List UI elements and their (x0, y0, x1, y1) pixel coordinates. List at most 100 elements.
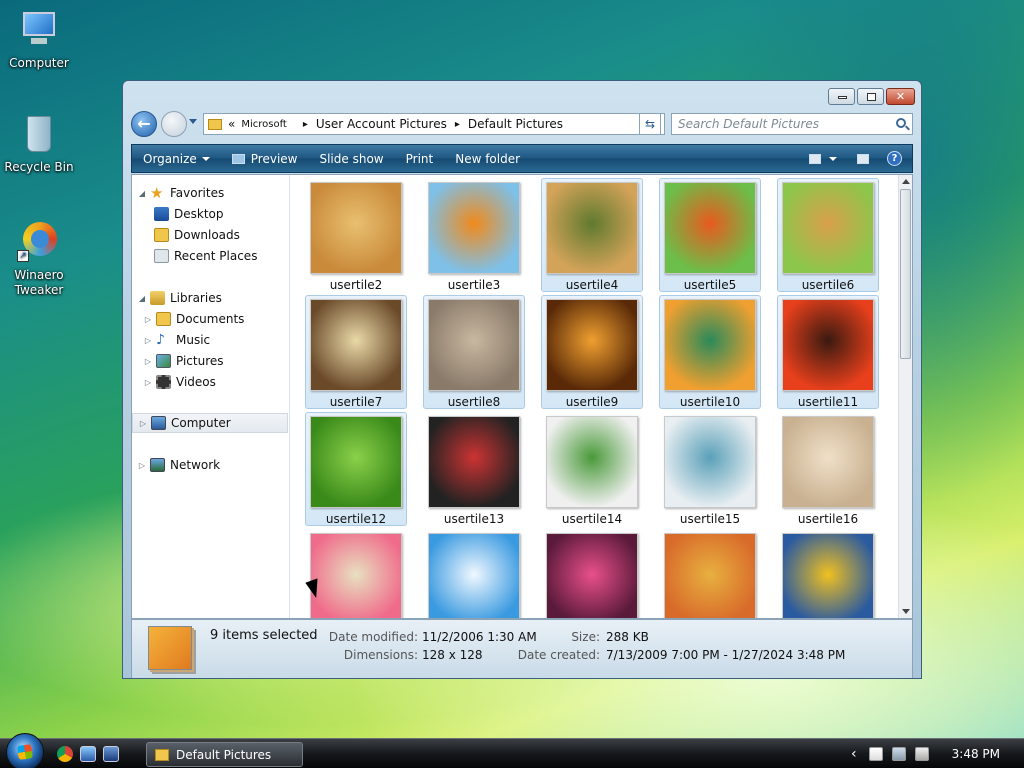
slideshow-label: Slide show (319, 151, 384, 166)
desktop-icon-recycle-bin[interactable]: Recycle Bin (1, 112, 77, 175)
nav-videos[interactable]: ▷ Videos (144, 372, 216, 392)
expand-arrow-icon[interactable]: ▷ (144, 336, 152, 345)
close-icon: ✕ (895, 90, 906, 103)
nav-label: Downloads (174, 228, 240, 242)
address-overflow[interactable]: « (228, 117, 235, 131)
new-folder-button[interactable]: New folder (444, 145, 531, 172)
expand-arrow-icon[interactable]: ▷ (144, 378, 152, 387)
nav-computer[interactable]: ▷ Computer (132, 413, 288, 433)
nav-documents[interactable]: ▷ Documents (144, 309, 244, 329)
file-item[interactable]: usertile5 (659, 178, 761, 292)
file-item[interactable]: usertile13 (423, 412, 525, 526)
search-icon[interactable] (896, 118, 906, 128)
taskbar-button-default-pictures[interactable]: Default Pictures (146, 742, 303, 767)
address-bar[interactable]: « Microsoft ▸ User Account Pictures ▸ De… (203, 113, 665, 135)
toolbar-right: ? (801, 145, 912, 172)
forward-button[interactable] (161, 111, 187, 137)
explorer-window[interactable]: ✕ ← « Microsoft ▸ User Account Pictures … (122, 80, 922, 679)
file-item[interactable]: usertile16 (777, 412, 879, 526)
nav-music[interactable]: ▷ ♪ Music (144, 330, 210, 350)
refresh-icon: ⇆ (644, 117, 656, 131)
search-input[interactable]: Search Default Pictures (671, 113, 913, 135)
file-item[interactable] (541, 529, 643, 618)
show-desktop-icon[interactable] (80, 746, 96, 762)
file-item[interactable]: usertile6 (777, 178, 879, 292)
volume-muted-icon[interactable] (914, 747, 929, 761)
nav-desktop[interactable]: Desktop (154, 204, 224, 224)
minimize-button[interactable] (828, 88, 855, 105)
expand-arrow-icon[interactable]: ◢ (138, 189, 146, 198)
expand-arrow-icon[interactable]: ◢ (138, 294, 146, 303)
recent-pages-dropdown-icon[interactable] (189, 119, 197, 124)
start-button[interactable] (6, 733, 44, 768)
back-button[interactable]: ← (131, 111, 157, 137)
file-item[interactable] (423, 529, 525, 618)
maximize-button[interactable] (857, 88, 884, 105)
file-item[interactable]: usertile8 (423, 295, 525, 409)
file-item[interactable]: usertile2 (305, 178, 407, 292)
preview-pane-icon[interactable] (857, 153, 869, 164)
expand-arrow-icon[interactable]: ▷ (139, 419, 147, 428)
file-item[interactable]: usertile3 (423, 178, 525, 292)
switch-windows-icon[interactable] (103, 746, 119, 762)
address-crumb[interactable]: User Account Pictures (316, 117, 447, 131)
views-icon[interactable] (809, 153, 821, 164)
desktop-icon-computer[interactable]: Computer (1, 8, 77, 71)
expand-arrow-icon[interactable]: ▷ (138, 461, 146, 470)
file-item[interactable]: usertile14 (541, 412, 643, 526)
nav-downloads[interactable]: Downloads (154, 225, 240, 245)
file-thumbnail (428, 299, 520, 391)
scroll-down-icon[interactable] (902, 609, 910, 614)
file-item[interactable]: usertile4 (541, 178, 643, 292)
navigation-row: ← « Microsoft ▸ User Account Pictures ▸ … (131, 109, 913, 137)
network-icon (150, 458, 165, 472)
file-thumbnail (546, 299, 638, 391)
close-button[interactable]: ✕ (886, 88, 915, 105)
network-icon[interactable] (891, 747, 906, 761)
nav-network[interactable]: ▷ Network (132, 455, 220, 475)
nav-libraries[interactable]: ◢ Libraries (132, 288, 222, 308)
show-hidden-icons-icon[interactable]: ‹ (851, 746, 857, 762)
file-item[interactable] (305, 529, 407, 618)
address-crumb[interactable]: Default Pictures (468, 117, 563, 131)
expand-arrow-icon[interactable]: ▷ (144, 357, 152, 366)
nav-favorites[interactable]: ◢ ★ Favorites (132, 183, 224, 203)
scroll-up-icon[interactable] (902, 179, 910, 184)
clock[interactable]: 3:48 PM (952, 747, 1000, 761)
nav-label: Music (176, 333, 211, 347)
file-item[interactable]: usertile12 (305, 412, 407, 526)
address-crumb[interactable]: Microsoft (241, 119, 287, 130)
file-item[interactable]: usertile9 (541, 295, 643, 409)
file-item[interactable]: usertile7 (305, 295, 407, 409)
star-icon: ★ (150, 184, 164, 202)
file-item[interactable]: usertile11 (777, 295, 879, 409)
action-center-icon[interactable] (868, 747, 883, 761)
nav-pictures[interactable]: ▷ Pictures (144, 351, 224, 371)
file-name: usertile10 (679, 395, 741, 409)
chevron-right-icon[interactable]: ▸ (303, 119, 308, 130)
desktop-icon-winaero-tweaker[interactable]: ↗ Winaero Tweaker (1, 220, 77, 298)
preview-button[interactable]: Preview (221, 145, 309, 172)
chevron-right-icon[interactable]: ▸ (455, 119, 460, 130)
scrollbar-thumb[interactable] (900, 189, 911, 359)
desktop-icon-label: Winaero Tweaker (14, 268, 64, 297)
nav-label: Network (170, 458, 221, 472)
file-item[interactable]: usertile15 (659, 412, 761, 526)
nav-recent-places[interactable]: Recent Places (154, 246, 257, 266)
organize-button[interactable]: Organize (132, 145, 221, 172)
help-icon[interactable]: ? (887, 151, 902, 166)
vertical-scrollbar[interactable] (898, 175, 912, 618)
print-button[interactable]: Print (395, 145, 445, 172)
expand-arrow-icon[interactable]: ▷ (144, 315, 152, 324)
notification-area: ‹ 3:48 PM (851, 739, 1024, 768)
file-item[interactable] (777, 529, 879, 618)
file-thumbnail (664, 182, 756, 274)
slideshow-button[interactable]: Slide show (308, 145, 394, 172)
file-item[interactable]: usertile10 (659, 295, 761, 409)
chrome-icon[interactable] (57, 746, 73, 762)
file-thumbnail (782, 416, 874, 508)
refresh-button[interactable]: ⇆ (639, 113, 661, 135)
views-dropdown-icon[interactable] (829, 156, 837, 161)
file-list[interactable]: usertile2 usertile3 usertile4 usertile5 user… (291, 175, 898, 618)
file-item[interactable] (659, 529, 761, 618)
